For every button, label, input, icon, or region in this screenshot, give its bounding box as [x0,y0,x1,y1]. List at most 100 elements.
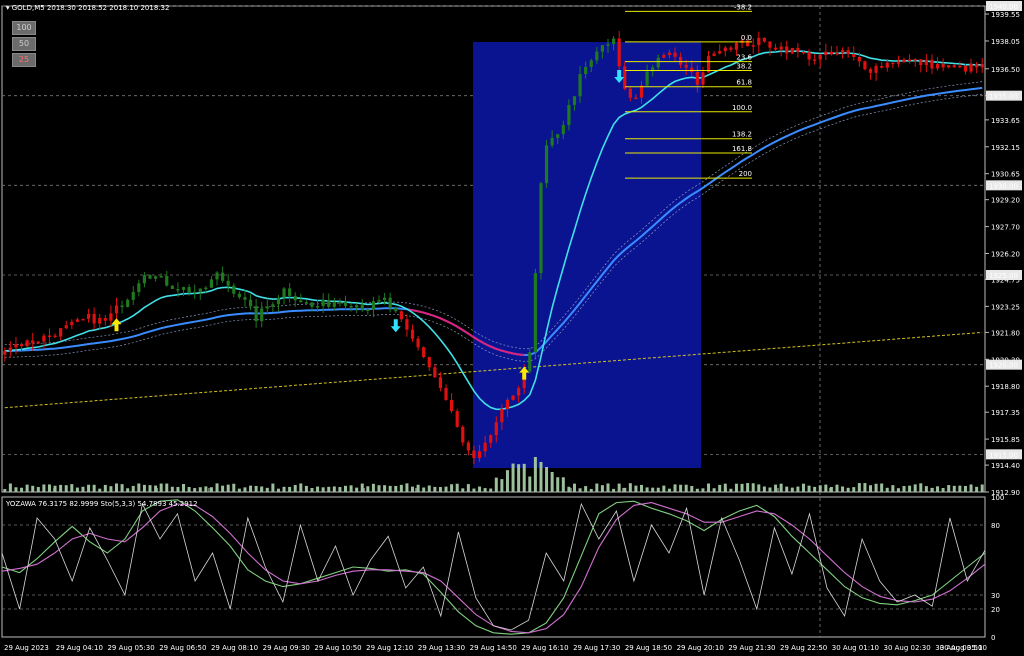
volume-bar [969,484,973,492]
candle-body [288,288,292,296]
candle-body [416,338,420,348]
volume-bar [221,485,225,492]
candle-body [109,313,113,321]
volume-bar [762,486,766,492]
volume-bar [142,484,146,492]
volume-bar [975,486,979,492]
volume-bar [545,467,549,492]
candle-body [271,304,275,307]
candle-body [628,88,632,98]
time-tick-label: 29 Aug 14:50 [470,644,517,652]
volume-bar [271,483,275,492]
candle-body [896,62,901,64]
candle-body [237,293,241,298]
candle-body [170,285,174,290]
lot-25-button[interactable]: 25 [12,53,36,67]
volume-bar [796,486,800,492]
volume-bar [936,486,940,492]
candle-body [327,299,331,307]
candle-body [248,299,253,307]
volume-bar [14,487,18,492]
volume-bar [371,483,375,492]
candle-body [466,442,470,451]
volume-bar [338,487,342,492]
candle-body [600,45,605,52]
volume-bar [500,479,504,492]
time-tick-label: 29 Aug 2023 [4,644,49,652]
candle-body [131,291,135,300]
sub-tick-label: 20 [991,606,1000,614]
candle-body [572,96,577,105]
volume-bar [466,484,470,492]
volume-bar [215,483,219,492]
candle-body [706,56,711,73]
volume-bar [282,486,286,492]
volume-bar [148,485,152,492]
candle-body [14,344,18,348]
volume-bar [416,484,420,492]
sub-tick-label: 30 [991,592,1000,600]
fib-label: 0.0 [741,34,752,42]
volume-bar [511,463,515,492]
volume-bar [885,487,889,492]
candle-body [25,340,29,347]
time-axis: 29 Aug 2023 29 Aug 04:10 29 Aug 05:30 29 Au… [4,644,987,652]
volume-bar [963,485,967,492]
lot-100-button[interactable]: 100 [12,21,36,35]
candle-body [165,276,169,286]
level-label: 1925.00 [989,272,1018,280]
volume-bar [662,485,666,492]
level-label: 1940.00 [989,3,1018,11]
candle-body [366,309,370,312]
candle-body [639,85,644,98]
price-tick-label: 1939.55 [991,11,1020,19]
volume-bar [310,488,314,492]
candle-body [969,63,973,72]
candle-body [975,63,979,68]
volume-bar [433,486,437,492]
volume-bar [75,487,79,492]
time-tick-label: 29 Aug 20:10 [677,644,724,652]
volume-bar [896,488,900,492]
trading-chart[interactable]: -38.20.023.638.261.8100.0138.2161.8200 1… [0,0,1024,656]
candle-body [349,305,353,308]
volume-bar [757,484,761,492]
candle-body [461,426,465,443]
volume-bar [483,488,487,492]
candle-body [332,302,336,307]
lot-50-button[interactable]: 50 [12,37,36,51]
price-tick-label: 1938.05 [991,38,1020,46]
price-tick-label: 1930.65 [991,171,1020,179]
sub-tick-label: 0 [991,634,995,642]
price-tick-label: 1915.85 [991,436,1020,444]
candle-body [645,71,649,86]
volume-bar [489,488,493,492]
volume-bar [829,486,833,492]
volume-bar [550,472,554,492]
candle-body [785,46,789,54]
volume-bar [137,483,141,492]
volume-bar [561,477,565,492]
volume-bar [411,486,415,492]
volume-bar [355,487,359,492]
volume-bar [438,487,442,492]
price-tick-label: 1932.15 [991,144,1020,152]
volume-bar [343,485,347,492]
volume-bar [807,485,811,492]
candle-body [209,279,214,288]
candle-body [505,399,510,409]
fib-label: 38.2 [736,63,752,71]
menu-triangle-icon[interactable]: ▾ [6,4,10,12]
volume-bar [980,484,984,492]
volume-bar [249,485,253,492]
candle-body [829,51,834,55]
candle-body [667,52,672,56]
candle-body [438,377,443,389]
price-tick-label: 1936.50 [991,66,1020,74]
volume-bar [114,483,118,492]
candle-body [634,97,638,100]
candle-body [36,341,40,344]
stochastic-lines [1,499,986,635]
candle-body [92,313,96,324]
candle-body [863,61,867,70]
